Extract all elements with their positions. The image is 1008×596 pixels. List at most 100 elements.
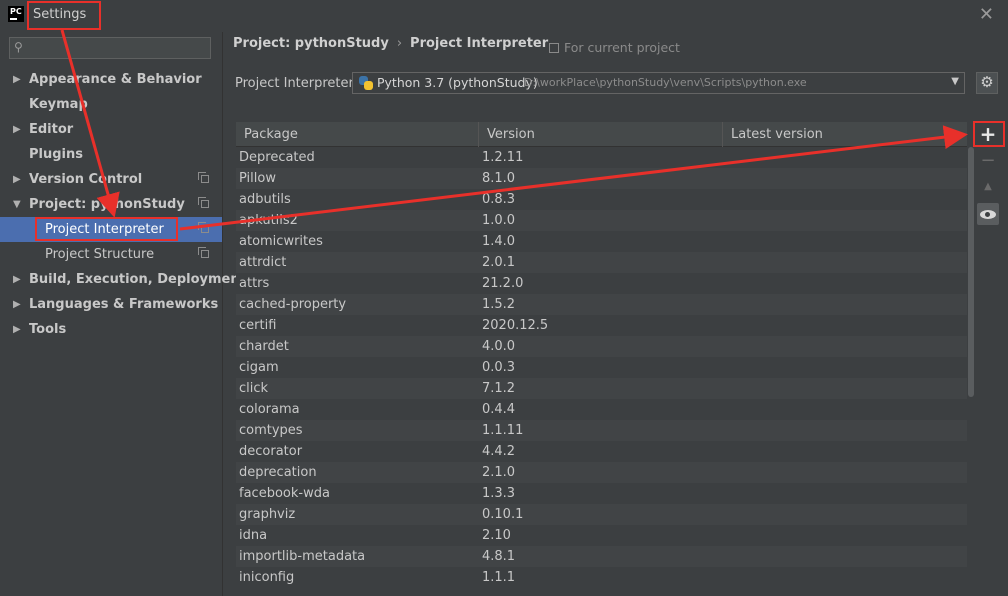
scrollbar-thumb[interactable] (968, 147, 974, 397)
package-name: certifi (239, 318, 277, 333)
sidebar-item-project-structure[interactable]: Project Structure (0, 242, 222, 267)
package-version: 7.1.2 (482, 381, 516, 396)
package-version: 2.0.1 (482, 255, 516, 270)
table-row[interactable]: apkutils2 1.0.0 (236, 210, 967, 231)
table-row[interactable]: click 7.1.2 (236, 378, 967, 399)
package-name: deprecation (239, 465, 317, 480)
table-row[interactable]: attrdict 2.0.1 (236, 252, 967, 273)
sidebar-item-label: Tools (29, 322, 67, 337)
table-row[interactable]: chardet 4.0.0 (236, 336, 967, 357)
table-row[interactable]: Deprecated 1.2.11 (236, 147, 967, 168)
table-row[interactable]: importlib-metadata 4.8.1 (236, 546, 967, 567)
show-early-releases-button[interactable] (977, 203, 999, 225)
annotation-box-project-interpreter (35, 217, 178, 241)
copy-icon (198, 222, 209, 233)
sidebar-item-appearance-behavior[interactable]: ▶ Appearance & Behavior (0, 67, 222, 92)
package-version: 4.4.2 (482, 444, 516, 459)
table-row[interactable]: cigam 0.0.3 (236, 357, 967, 378)
table-row[interactable]: adbutils 0.8.3 (236, 189, 967, 210)
package-version: 1.3.3 (482, 486, 516, 501)
packages-table: Package Version Latest version Deprecate… (236, 122, 967, 596)
package-version: 2.1.0 (482, 465, 516, 480)
interpreter-path: D:\workPlace\pythonStudy\venv\Scripts\py… (524, 76, 807, 89)
table-scrollbar[interactable] (967, 147, 975, 596)
table-row[interactable]: certifi 2020.12.5 (236, 315, 967, 336)
package-name: Pillow (239, 171, 276, 186)
upgrade-package-button[interactable]: ▲ (977, 176, 999, 198)
sidebar-item-keymap[interactable]: Keymap (0, 92, 222, 117)
breadcrumb: Project: pythonStudy › Project Interpreter (233, 36, 548, 51)
package-version: 0.0.3 (482, 360, 516, 375)
package-version: 4.0.0 (482, 339, 516, 354)
sidebar-item-version-control[interactable]: ▶ Version Control (0, 167, 222, 192)
sidebar-item-languages-frameworks[interactable]: ▶ Languages & Frameworks (0, 292, 222, 317)
gear-icon[interactable]: ⚙ (976, 72, 998, 94)
package-name: facebook-wda (239, 486, 330, 501)
column-version[interactable]: Version (479, 122, 723, 147)
table-row[interactable]: facebook-wda 1.3.3 (236, 483, 967, 504)
package-name: iniconfig (239, 570, 295, 585)
sidebar-item-label: Version Control (29, 172, 143, 187)
table-row[interactable]: deprecation 2.1.0 (236, 462, 967, 483)
package-version: 8.1.0 (482, 171, 516, 186)
package-version: 0.8.3 (482, 192, 516, 207)
sidebar-item-label: Appearance & Behavior (29, 72, 202, 87)
package-version: 21.2.0 (482, 276, 524, 291)
table-row[interactable]: decorator 4.4.2 (236, 441, 967, 462)
chevron-down-icon: ▼ (951, 76, 959, 87)
sidebar-item-tools[interactable]: ▶ Tools (0, 317, 222, 342)
remove-package-button[interactable]: − (977, 150, 999, 172)
close-icon[interactable]: ✕ (979, 4, 994, 25)
for-current-project-label: For current project (564, 40, 680, 55)
package-name: Deprecated (239, 150, 315, 165)
package-version: 1.5.2 (482, 297, 516, 312)
package-version: 0.10.1 (482, 507, 524, 522)
expand-right-icon[interactable]: ▶ (13, 67, 21, 92)
package-name: click (239, 381, 269, 396)
package-version: 1.2.11 (482, 150, 524, 165)
package-name: adbutils (239, 192, 291, 207)
expand-right-icon[interactable]: ▶ (13, 267, 21, 292)
table-row[interactable]: attrs 21.2.0 (236, 273, 967, 294)
package-name: colorama (239, 402, 300, 417)
expand-right-icon[interactable]: ▶ (13, 292, 21, 317)
for-current-project-hint: For current project (549, 40, 680, 55)
sidebar-item-label: Keymap (29, 97, 88, 112)
annotation-box-settings (27, 1, 101, 30)
eye-icon (980, 210, 996, 219)
breadcrumb-page: Project Interpreter (410, 36, 549, 51)
sidebar-item-plugins[interactable]: Plugins (0, 142, 222, 167)
package-name: graphviz (239, 507, 296, 522)
expand-down-icon[interactable]: ▼ (13, 192, 21, 217)
python-icon (359, 76, 373, 90)
table-row[interactable]: Pillow 8.1.0 (236, 168, 967, 189)
package-name: importlib-metadata (239, 549, 366, 564)
column-package[interactable]: Package (236, 122, 479, 147)
sidebar-item-build-execution-deployment[interactable]: ▶ Build, Execution, Deployment (0, 267, 246, 292)
table-header: Package Version Latest version (236, 122, 967, 147)
sidebar-item-editor[interactable]: ▶ Editor (0, 117, 222, 142)
pycharm-logo-icon: PC (8, 6, 24, 22)
sidebar-item-label: Plugins (29, 147, 83, 162)
table-row[interactable]: colorama 0.4.4 (236, 399, 967, 420)
package-name: cigam (239, 360, 279, 375)
package-name: decorator (239, 444, 303, 459)
sidebar-item-label: Project: pythonStudy (29, 197, 185, 212)
column-latest-version[interactable]: Latest version (723, 122, 967, 147)
interpreter-dropdown[interactable]: Python 3.7 (pythonStudy) D:\workPlace\py… (352, 72, 965, 94)
expand-right-icon[interactable]: ▶ (13, 167, 21, 192)
table-row[interactable]: iniconfig 1.1.1 (236, 567, 967, 588)
sidebar-item-label: Project Structure (45, 247, 155, 262)
expand-right-icon[interactable]: ▶ (13, 317, 21, 342)
table-row[interactable]: atomicwrites 1.4.0 (236, 231, 967, 252)
table-row[interactable]: idna 2.10 (236, 525, 967, 546)
settings-search-input[interactable]: ⚲ (9, 37, 211, 59)
expand-right-icon[interactable]: ▶ (13, 117, 21, 142)
package-name: chardet (239, 339, 289, 354)
table-row[interactable]: graphviz 0.10.1 (236, 504, 967, 525)
package-version: 2.10 (482, 528, 511, 543)
table-row[interactable]: comtypes 1.1.11 (236, 420, 967, 441)
table-row[interactable]: cached-property 1.5.2 (236, 294, 967, 315)
sidebar-item-project-pythonstudy[interactable]: ▼ Project: pythonStudy (0, 192, 222, 217)
package-name: attrdict (239, 255, 287, 270)
